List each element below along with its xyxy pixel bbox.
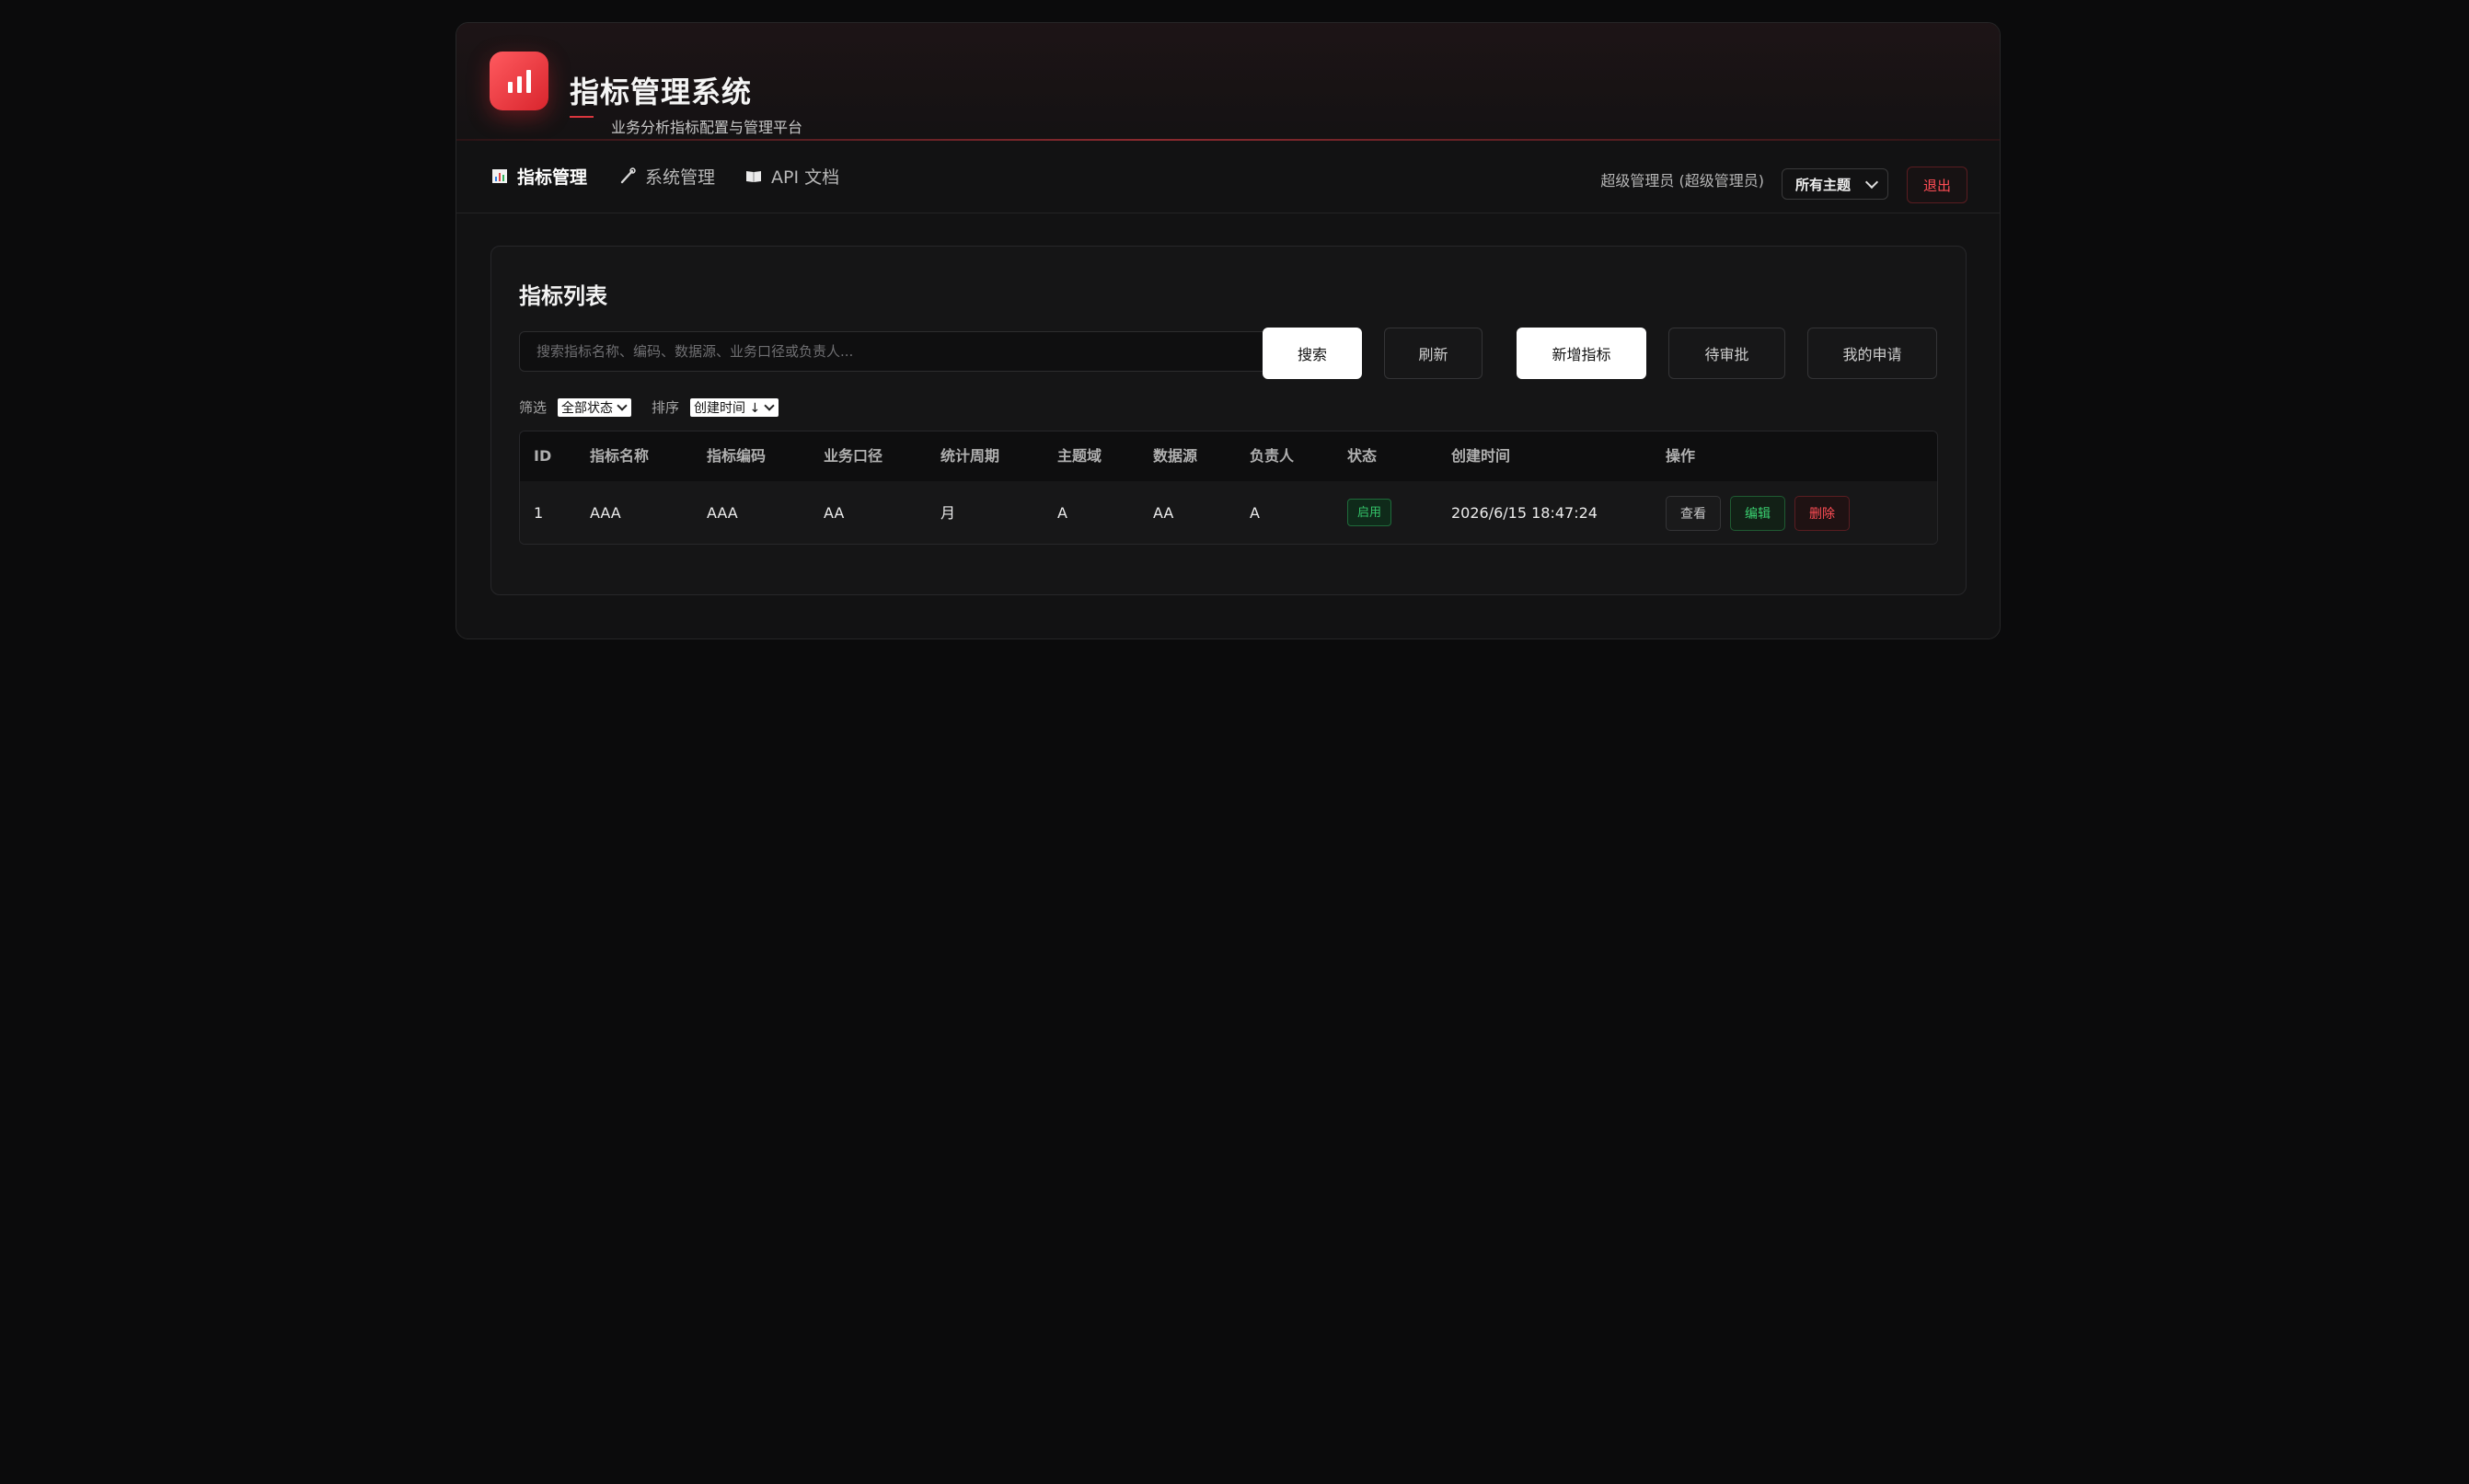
app-window: 指标管理系统 业务分析指标配置与管理平台 指标管理 系统管理 API 文档 超级… xyxy=(456,22,2001,639)
status-filter-select[interactable]: 全部状态 xyxy=(558,397,632,417)
search-button[interactable]: 搜索 xyxy=(1263,328,1362,379)
cell-owner: A xyxy=(1250,504,1260,522)
search-input[interactable] xyxy=(519,331,1279,372)
table-row: 1 AAA AAA AA 月 A AA A 启用 2026/6/15 18:47… xyxy=(520,481,1937,544)
pending-approval-button[interactable]: 待审批 xyxy=(1668,328,1785,379)
app-subtitle: 业务分析指标配置与管理平台 xyxy=(611,119,803,136)
column-header: 业务口径 xyxy=(824,447,883,465)
column-header: 统计周期 xyxy=(940,447,1000,465)
filter-label: 筛选 xyxy=(519,399,548,416)
cell-period: 月 xyxy=(940,504,956,522)
app-title: 指标管理系统 xyxy=(570,75,753,109)
cell-caliber: AA xyxy=(824,504,845,522)
column-header: 数据源 xyxy=(1153,447,1198,465)
nav-item-metrics[interactable]: 指标管理 xyxy=(491,139,587,213)
bar-chart-logo-icon xyxy=(490,52,548,110)
column-header: 主题域 xyxy=(1057,447,1102,465)
filter-row: 筛选 全部状态 排序 创建时间 ↓ xyxy=(519,397,779,417)
chevron-down-icon xyxy=(764,399,775,411)
sort-value: 创建时间 ↓ xyxy=(694,400,761,416)
nav-item-metrics-label: 指标管理 xyxy=(517,167,588,188)
chevron-down-icon xyxy=(617,399,628,411)
metric-list-card: 指标列表 搜索 刷新 新增指标 待审批 我的申请 筛选 全部状态 排序 创建时间… xyxy=(490,246,1967,595)
cell-name: AAA xyxy=(590,504,621,522)
app-header: 指标管理系统 业务分析指标配置与管理平台 xyxy=(456,23,2000,141)
chevron-down-icon xyxy=(1864,175,1879,190)
theme-select[interactable]: 所有主题 xyxy=(1782,168,1888,200)
wrench-icon xyxy=(619,167,636,184)
nav-item-api-docs-label: API 文档 xyxy=(771,167,840,188)
nav-item-api-docs[interactable]: API 文档 xyxy=(745,139,839,213)
cell-domain: A xyxy=(1057,504,1067,522)
top-nav: 指标管理 系统管理 API 文档 超级管理员 (超级管理员) 所有主题 退出 xyxy=(456,139,2000,213)
nav-item-system[interactable]: 系统管理 xyxy=(619,139,715,213)
my-requests-button[interactable]: 我的申请 xyxy=(1807,328,1937,379)
column-header: 创建时间 xyxy=(1451,447,1511,465)
add-metric-button[interactable]: 新增指标 xyxy=(1517,328,1646,379)
status-filter-value: 全部状态 xyxy=(561,400,614,416)
current-user-label: 超级管理员 (超级管理员) xyxy=(1600,172,1764,190)
column-header: 操作 xyxy=(1666,447,1696,465)
cell-code: AAA xyxy=(707,504,738,522)
sort-select[interactable]: 创建时间 ↓ xyxy=(690,397,779,417)
subtitle-accent-line xyxy=(570,116,594,118)
book-icon xyxy=(745,167,762,184)
card-title: 指标列表 xyxy=(519,283,607,309)
cell-id: 1 xyxy=(534,504,544,522)
nav-item-system-label: 系统管理 xyxy=(645,167,716,188)
table-header: ID 指标名称 指标编码 业务口径 统计周期 主题域 数据源 负责人 状态 创建… xyxy=(520,431,1937,482)
status-badge: 启用 xyxy=(1347,499,1392,526)
cell-source: AA xyxy=(1153,504,1174,522)
bar-chart-icon xyxy=(491,167,508,184)
edit-button[interactable]: 编辑 xyxy=(1730,496,1785,531)
sort-label: 排序 xyxy=(652,399,680,416)
column-header: 负责人 xyxy=(1250,447,1295,465)
column-header: 指标编码 xyxy=(707,447,767,465)
column-header: ID xyxy=(534,447,552,465)
column-header: 状态 xyxy=(1347,447,1378,465)
delete-button[interactable]: 删除 xyxy=(1794,496,1850,531)
logout-button[interactable]: 退出 xyxy=(1907,167,1967,203)
column-header: 指标名称 xyxy=(590,447,650,465)
view-button[interactable]: 查看 xyxy=(1666,496,1721,531)
theme-select-value: 所有主题 xyxy=(1795,176,1852,193)
refresh-button[interactable]: 刷新 xyxy=(1384,328,1483,379)
cell-created-time: 2026/6/15 18:47:24 xyxy=(1451,504,1598,522)
metrics-table: ID 指标名称 指标编码 业务口径 统计周期 主题域 数据源 负责人 状态 创建… xyxy=(519,431,1938,545)
